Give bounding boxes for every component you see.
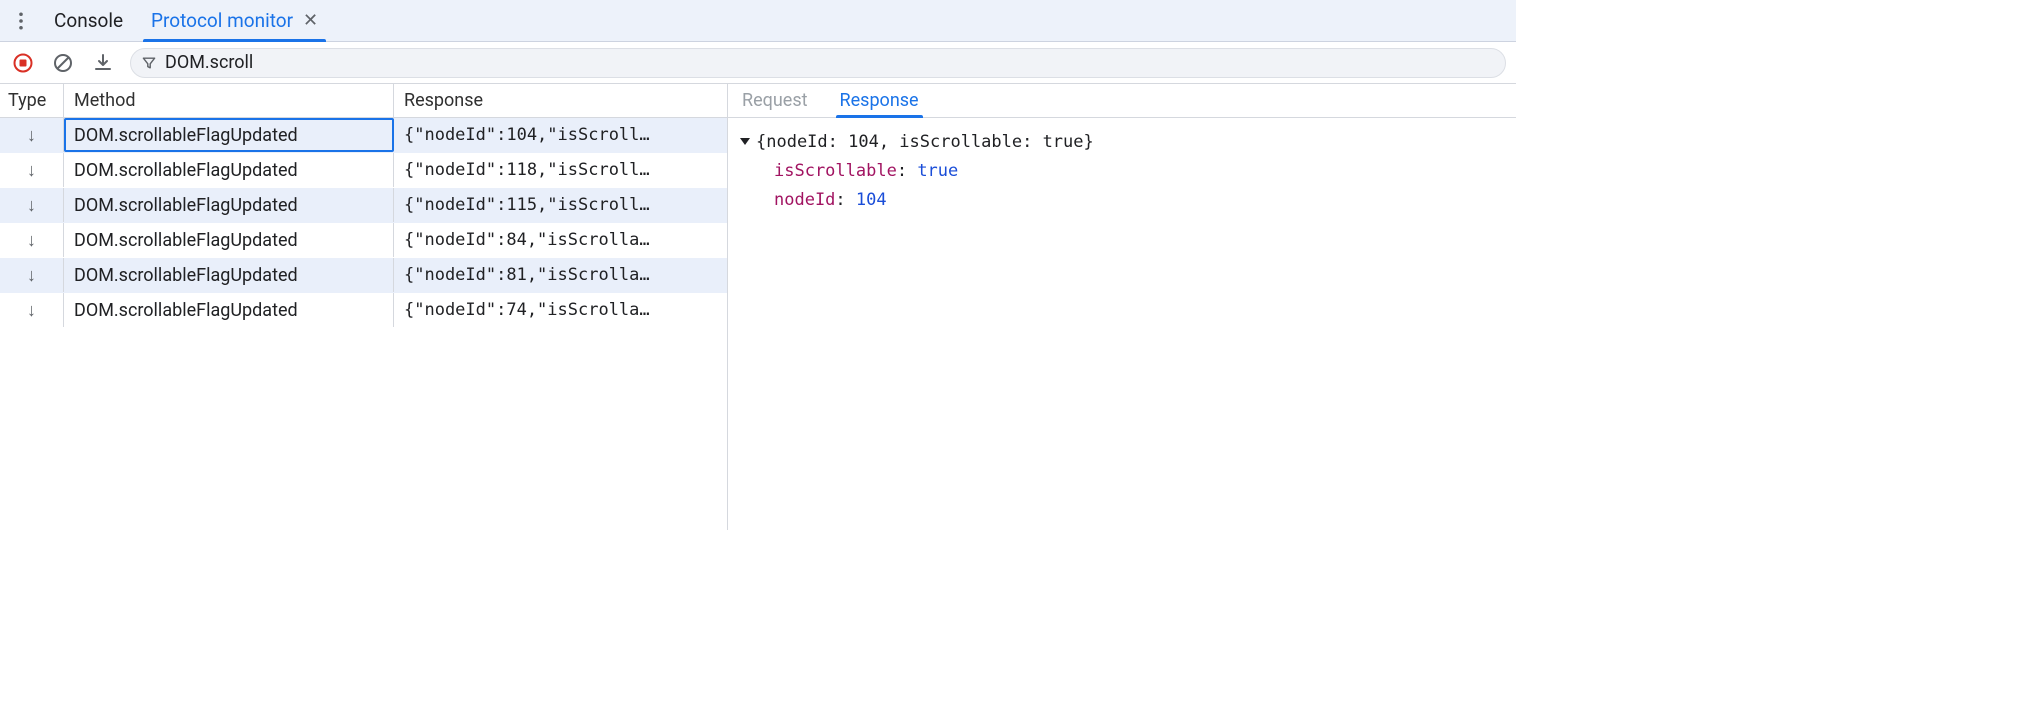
- kebab-menu-icon[interactable]: [6, 6, 36, 36]
- table-row[interactable]: ↓DOM.scrollableFlagUpdated{"nodeId":118,…: [0, 153, 727, 188]
- col-header-method[interactable]: Method: [64, 84, 394, 117]
- cell-response: {"nodeId":118,"isScroll…: [394, 153, 727, 187]
- cell-response: {"nodeId":115,"isScroll…: [394, 188, 727, 222]
- json-value: true: [917, 161, 958, 181]
- cell-response: {"nodeId":74,"isScrolla…: [394, 293, 727, 327]
- col-header-type[interactable]: Type: [0, 84, 64, 117]
- json-value: 104: [856, 190, 887, 210]
- close-icon[interactable]: ✕: [303, 10, 318, 31]
- json-summary: {nodeId: 104, isScrollable: true}: [756, 132, 1094, 152]
- json-key: nodeId: [774, 190, 835, 210]
- cell-response: {"nodeId":104,"isScroll…: [394, 118, 727, 152]
- filter-input[interactable]: [165, 52, 1495, 73]
- caret-down-icon[interactable]: [740, 138, 750, 145]
- cell-method: DOM.scrollableFlagUpdated: [64, 188, 394, 222]
- tab-label: Protocol monitor: [151, 9, 293, 32]
- detail-panel: Request Response {nodeId: 104, isScrollab…: [728, 84, 1516, 530]
- detail-tab-response[interactable]: Response: [836, 84, 923, 117]
- table-row[interactable]: ↓DOM.scrollableFlagUpdated{"nodeId":115,…: [0, 188, 727, 223]
- response-json-tree: {nodeId: 104, isScrollable: true} isScro…: [728, 118, 1516, 225]
- tab-protocol-monitor[interactable]: Protocol monitor ✕: [137, 0, 332, 42]
- arrow-down-icon: ↓: [0, 118, 64, 152]
- cell-method: DOM.scrollableFlagUpdated: [64, 118, 394, 152]
- cell-method: DOM.scrollableFlagUpdated: [64, 223, 394, 257]
- toolbar: [0, 42, 1516, 84]
- cell-method: DOM.scrollableFlagUpdated: [64, 293, 394, 327]
- table-row[interactable]: ↓DOM.scrollableFlagUpdated{"nodeId":104,…: [0, 118, 727, 153]
- table-body: ↓DOM.scrollableFlagUpdated{"nodeId":104,…: [0, 118, 727, 530]
- record-button[interactable]: [10, 50, 36, 76]
- json-entry[interactable]: nodeId: 104: [774, 186, 1504, 215]
- top-tabbar: Console Protocol monitor ✕: [0, 0, 1516, 42]
- table-row[interactable]: ↓DOM.scrollableFlagUpdated{"nodeId":81,"…: [0, 258, 727, 293]
- cell-response: {"nodeId":81,"isScrolla…: [394, 258, 727, 292]
- json-entry[interactable]: isScrollable: true: [774, 157, 1504, 186]
- cell-method: DOM.scrollableFlagUpdated: [64, 153, 394, 187]
- arrow-down-icon: ↓: [0, 188, 64, 222]
- table-row[interactable]: ↓DOM.scrollableFlagUpdated{"nodeId":74,"…: [0, 293, 727, 328]
- arrow-down-icon: ↓: [0, 223, 64, 257]
- table-header: Type Method Response: [0, 84, 727, 118]
- message-table: Type Method Response ↓DOM.scrollableFlag…: [0, 84, 728, 530]
- cell-method: DOM.scrollableFlagUpdated: [64, 258, 394, 292]
- detail-tabs: Request Response: [728, 84, 1516, 118]
- arrow-down-icon: ↓: [0, 293, 64, 327]
- json-root-row[interactable]: {nodeId: 104, isScrollable: true}: [740, 128, 1504, 157]
- arrow-down-icon: ↓: [0, 258, 64, 292]
- tab-label: Console: [54, 9, 123, 32]
- filter-icon: [141, 55, 157, 71]
- main-split: Type Method Response ↓DOM.scrollableFlag…: [0, 84, 1516, 530]
- col-header-response[interactable]: Response: [394, 84, 727, 117]
- filter-box[interactable]: [130, 48, 1506, 78]
- json-key: isScrollable: [774, 161, 897, 181]
- tab-console[interactable]: Console: [40, 0, 137, 42]
- clear-button[interactable]: [50, 50, 76, 76]
- detail-tab-request[interactable]: Request: [738, 84, 812, 117]
- table-row[interactable]: ↓DOM.scrollableFlagUpdated{"nodeId":84,"…: [0, 223, 727, 258]
- download-button[interactable]: [90, 50, 116, 76]
- cell-response: {"nodeId":84,"isScrolla…: [394, 223, 727, 257]
- arrow-down-icon: ↓: [0, 153, 64, 187]
